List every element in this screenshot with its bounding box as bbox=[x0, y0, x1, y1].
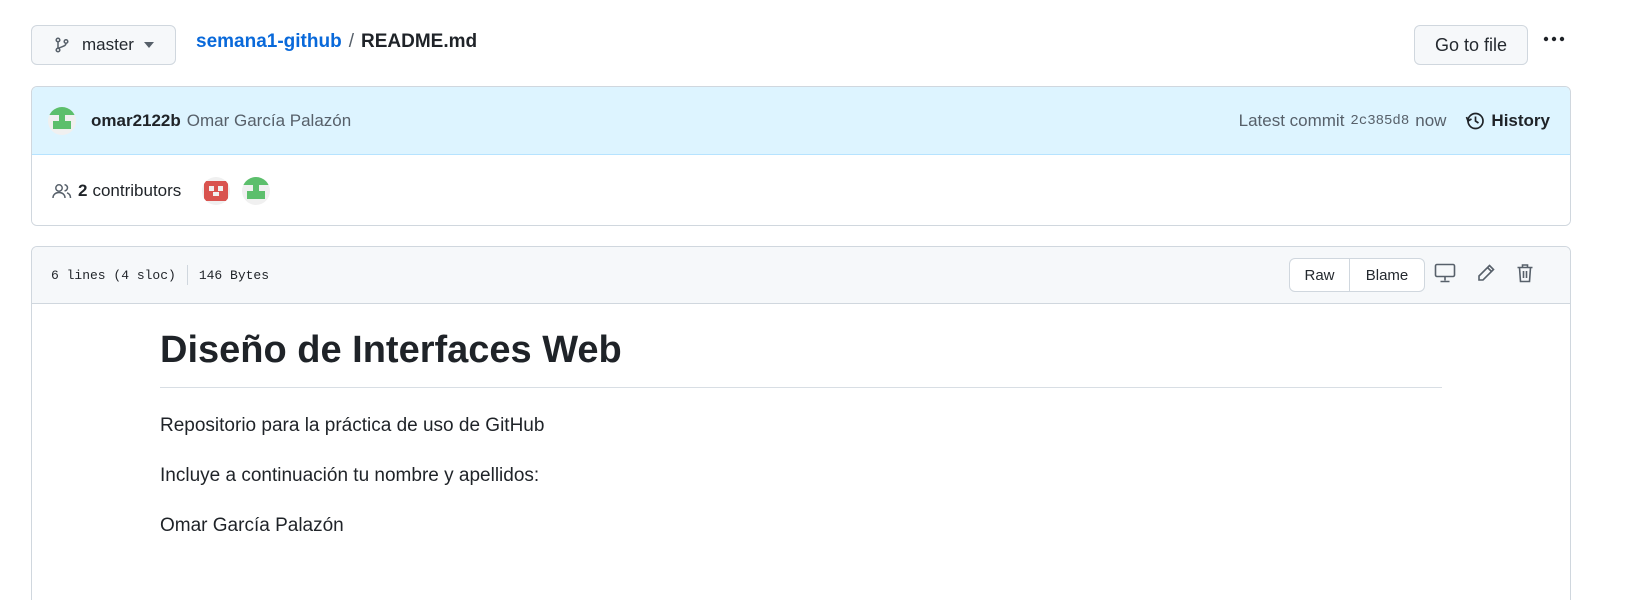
blame-button[interactable]: Blame bbox=[1350, 259, 1424, 291]
history-label: History bbox=[1491, 110, 1550, 130]
contributors-label[interactable]: contributors bbox=[92, 181, 181, 201]
file-info-divider bbox=[186, 265, 188, 285]
readme-paragraph: Incluye a continuación tu nombre y apell… bbox=[160, 464, 540, 486]
contributors-row: 2 contributors bbox=[32, 155, 1570, 225]
breadcrumb-file-name: README.md bbox=[360, 31, 478, 52]
branch-name: master bbox=[82, 35, 134, 54]
desktop-icon[interactable] bbox=[1434, 263, 1456, 283]
go-to-file-button[interactable]: Go to file bbox=[1414, 25, 1528, 65]
commit-author-fullname: Omar García Palazón bbox=[186, 110, 352, 130]
commit-author-link[interactable]: omar2122b bbox=[91, 111, 181, 131]
readme-heading: Diseño de Interfaces Web bbox=[160, 327, 1442, 388]
pencil-icon[interactable] bbox=[1476, 263, 1496, 283]
raw-button[interactable]: Raw bbox=[1290, 259, 1350, 291]
file-navigation-bar: master semana1-github / README.md Go to … bbox=[31, 25, 1571, 66]
file-view-buttons: Raw Blame bbox=[1289, 258, 1425, 292]
trash-icon[interactable] bbox=[1516, 263, 1534, 283]
readme-paragraph: Omar García Palazón bbox=[160, 514, 344, 536]
people-icon bbox=[52, 183, 72, 198]
git-branch-icon bbox=[55, 37, 69, 53]
branch-selector-button[interactable]: master bbox=[31, 25, 176, 65]
contributor-avatar[interactable] bbox=[202, 176, 231, 205]
file-viewer: 6 lines (4 sloc) 146 Bytes Raw Blame Dis… bbox=[31, 246, 1571, 600]
commit-meta: Latest commit 2c385d8 now History bbox=[1239, 111, 1550, 131]
commit-header: omar2122b Omar García Palazón Latest com… bbox=[32, 87, 1570, 155]
commit-sha-link[interactable]: 2c385d8 bbox=[1350, 113, 1409, 129]
author-avatar[interactable] bbox=[48, 106, 76, 135]
history-link[interactable]: History bbox=[1465, 111, 1550, 131]
history-icon bbox=[1466, 112, 1485, 129]
contributors-avatars bbox=[202, 176, 271, 205]
file-header: 6 lines (4 sloc) 146 Bytes Raw Blame bbox=[32, 247, 1570, 304]
readme-paragraph: Repositorio para la práctica de uso de G… bbox=[160, 414, 545, 436]
file-size: 146 Bytes bbox=[198, 267, 270, 283]
contributors-count[interactable]: 2 bbox=[78, 181, 87, 201]
file-lines: 6 lines (4 sloc) bbox=[51, 267, 176, 283]
latest-commit-label: Latest commit bbox=[1238, 110, 1345, 130]
latest-commit-box: omar2122b Omar García Palazón Latest com… bbox=[31, 86, 1571, 226]
caret-down-icon bbox=[143, 42, 154, 48]
kebab-horizontal-icon[interactable] bbox=[1539, 31, 1569, 47]
readme-content: Diseño de Interfaces Web Repositorio par… bbox=[160, 327, 1442, 538]
file-info: 6 lines (4 sloc) 146 Bytes bbox=[51, 265, 269, 285]
breadcrumb-repo-link[interactable]: semana1-github bbox=[196, 31, 342, 53]
breadcrumb: semana1-github / README.md bbox=[196, 31, 477, 53]
file-actions bbox=[1434, 263, 1534, 283]
contributor-avatar[interactable] bbox=[242, 176, 271, 205]
commit-time: now bbox=[1415, 110, 1447, 130]
breadcrumb-separator: / bbox=[348, 31, 354, 52]
